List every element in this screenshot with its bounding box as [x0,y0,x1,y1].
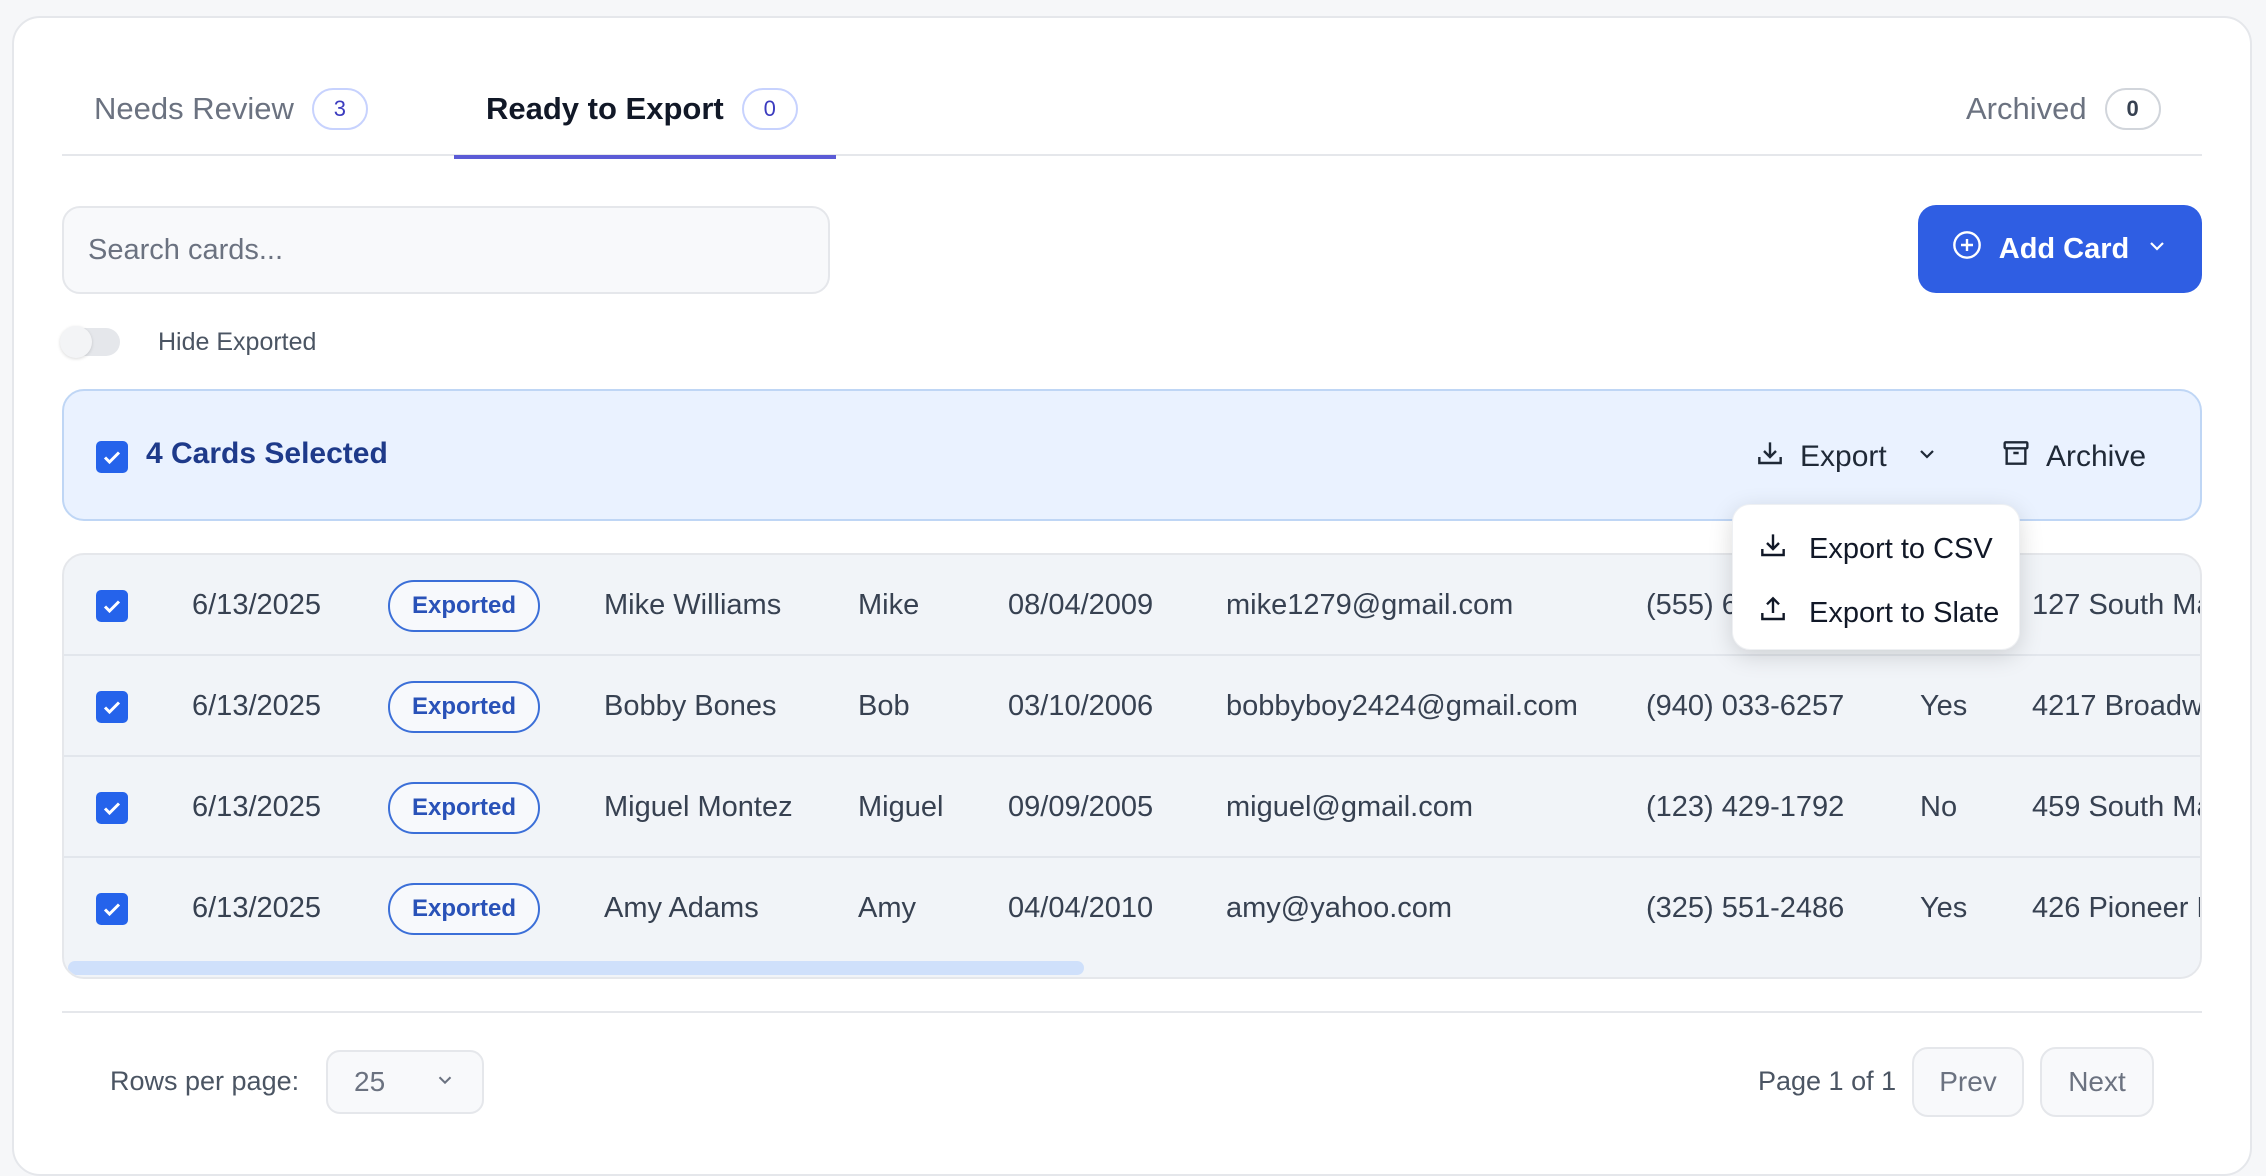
nickname-cell: Bob [858,690,910,722]
tab-label: Ready to Export [486,91,724,126]
export-to-slate-item[interactable]: Export to Slate [1757,587,1999,639]
phone-cell: (325) 551-2486 [1646,892,1845,924]
nickname-cell: Mike [858,589,920,621]
archive-label: Archive [2046,440,2147,473]
address-cell: 127 South Ma [2032,589,2202,621]
row-checkbox[interactable] [96,589,128,622]
count-badge: 3 [311,88,368,130]
phone-cell: (123) 429-1792 [1646,791,1845,823]
address-cell: 4217 Broadwa [2032,690,2202,722]
rows-per-page-value: 25 [354,1066,386,1097]
count-badge: 0 [741,88,798,130]
check-icon [103,700,121,714]
email-cell: bobbyboy2424@gmail.com [1226,690,1578,722]
date-cell: 6/13/2025 [192,892,322,924]
search-input[interactable] [62,206,830,294]
row-checkbox[interactable] [96,690,128,723]
prev-page-button[interactable]: Prev [1912,1047,2024,1117]
dob-cell: 09/09/2005 [1008,791,1154,823]
tab-archived[interactable]: Archived 0 [1966,62,2161,156]
email-cell: miguel@gmail.com [1226,791,1474,823]
horizontal-scrollbar[interactable] [64,959,2200,977]
next-page-button[interactable]: Next [2040,1047,2154,1117]
dob-cell: 08/04/2009 [1008,589,1154,621]
export-label: Export [1800,440,1887,473]
dob-cell: 03/10/2006 [1008,690,1154,722]
export-button[interactable]: Export [1754,429,1939,485]
count-badge: 0 [2104,88,2161,130]
tab-needs-review[interactable]: Needs Review 3 [94,62,368,156]
table-row[interactable]: 6/13/2025 Exported Amy Adams Amy 04/04/2… [64,858,2200,959]
table-row[interactable]: 6/13/2025 Exported Bobby Bones Bob 03/10… [64,656,2200,757]
tab-ready-to-export[interactable]: Ready to Export 0 [454,62,836,159]
address-cell: 459 South Ma [2032,791,2202,823]
date-cell: 6/13/2025 [192,589,322,621]
phone-cell: (940) 033-6257 [1646,690,1845,722]
archive-button[interactable]: Archive [2000,429,2146,485]
upload-icon [1757,593,1789,633]
scrollbar-thumb[interactable] [68,961,1084,975]
check-icon [103,801,121,815]
menu-item-label: Export to CSV [1809,532,1993,565]
phone-cell: (555) 6 [1646,589,1738,621]
archive-icon [2000,437,2032,477]
download-icon [1757,529,1789,569]
date-cell: 6/13/2025 [192,791,322,823]
hide-exported-toggle[interactable] [60,326,120,358]
name-cell: Mike Williams [604,589,782,621]
hide-exported-row: Hide Exported [60,326,317,358]
export-to-csv-item[interactable]: Export to CSV [1757,523,1993,575]
address-cell: 426 Pioneer D [2032,892,2202,924]
status-badge: Exported [388,781,540,834]
date-cell: 6/13/2025 [192,690,322,722]
export-menu: Export to CSV Export to Slate [1732,504,2020,650]
row-checkbox[interactable] [96,892,128,925]
chevron-down-icon [1915,440,1939,474]
table-row[interactable]: 6/13/2025 Exported Miguel Montez Miguel … [64,757,2200,858]
check-icon [103,599,121,613]
chevron-down-icon [434,1066,456,1098]
tab-bar: Needs Review 3 Ready to Export 0 Archive… [62,62,2202,159]
row-checkbox[interactable] [96,791,128,824]
email-cell: amy@yahoo.com [1226,892,1453,924]
select-all-checkbox[interactable] [96,441,128,473]
status-badge: Exported [388,882,540,935]
add-card-button[interactable]: Add Card [1918,205,2202,293]
tab-label: Needs Review [94,91,294,126]
rows-per-page-label: Rows per page: [110,1066,300,1096]
check-icon [103,451,121,465]
chevron-down-icon [2145,233,2169,266]
status-badge: Exported [388,680,540,733]
add-card-label: Add Card [1998,232,2130,265]
selection-bar: 4 Cards Selected Export Archive [62,389,2202,521]
nickname-cell: Miguel [858,791,944,823]
tab-label: Archived [1966,91,2087,126]
flag-cell: Yes [1920,690,1968,722]
page-info: Page 1 of 1 [1758,1066,1897,1096]
flag-cell: Yes [1920,892,1968,924]
selection-count: 4 Cards Selected [146,437,388,470]
download-icon [1754,437,1786,477]
name-cell: Miguel Montez [604,791,793,823]
name-cell: Bobby Bones [604,690,777,722]
nickname-cell: Amy [858,892,916,924]
dob-cell: 04/04/2010 [1008,892,1154,924]
status-badge: Exported [388,579,540,632]
email-cell: mike1279@gmail.com [1226,589,1514,621]
name-cell: Amy Adams [604,892,759,924]
toggle-label: Hide Exported [158,327,317,356]
check-icon [103,902,121,916]
plus-circle-icon [1951,229,1983,269]
footer-divider [62,1011,2202,1013]
flag-cell: No [1920,791,1958,823]
rows-per-page-select[interactable]: 25 [326,1050,484,1114]
menu-item-label: Export to Slate [1809,596,2000,629]
